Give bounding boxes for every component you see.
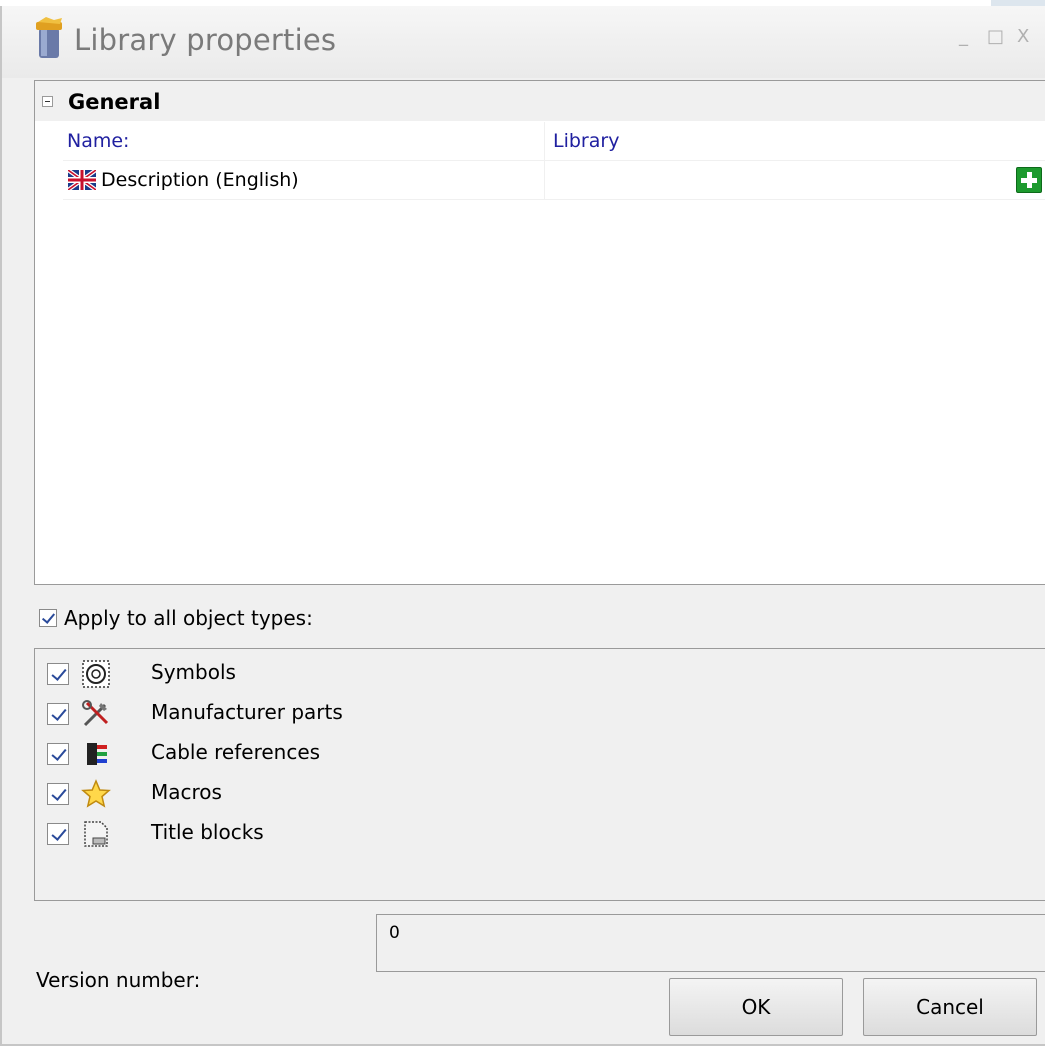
macros-checkbox[interactable] — [47, 783, 69, 805]
apply-all-label: Apply to all object types: — [64, 606, 313, 630]
property-name-value[interactable]: Library — [553, 130, 619, 152]
ok-button[interactable]: OK — [669, 978, 843, 1036]
cable-references-checkbox[interactable] — [47, 743, 69, 765]
version-number-field[interactable]: 0 — [376, 914, 1045, 972]
tools-icon — [82, 700, 109, 727]
list-item-title-blocks[interactable]: Title blocks — [35, 813, 635, 853]
library-properties-dialog: Library properties _ □ X General Name: L… — [0, 6, 1045, 1046]
macros-label: Macros — [151, 780, 222, 804]
list-item-manufacturer-parts[interactable]: Manufacturer parts — [35, 693, 635, 733]
cable-references-label: Cable references — [151, 740, 321, 764]
category-general[interactable]: General — [35, 81, 1045, 121]
property-row-name[interactable]: Name: Library — [63, 122, 1045, 161]
minimize-button[interactable]: _ — [959, 26, 968, 47]
symbols-label: Symbols — [151, 660, 236, 684]
version-number-label: Version number: — [36, 968, 201, 992]
list-item-symbols[interactable]: Symbols — [35, 653, 635, 693]
title-block-icon — [84, 821, 108, 847]
star-icon — [81, 779, 111, 808]
apply-all-checkbox[interactable] — [39, 609, 57, 627]
title-blocks-checkbox[interactable] — [47, 823, 69, 845]
column-divider — [544, 122, 545, 160]
symbols-checkbox[interactable] — [47, 663, 69, 685]
maximize-button[interactable]: □ — [987, 26, 1004, 47]
manufacturer-parts-label: Manufacturer parts — [151, 700, 343, 724]
list-item-cable-references[interactable]: Cable references — [35, 733, 635, 773]
collapse-icon[interactable] — [42, 96, 53, 107]
title-bar[interactable]: Library properties _ □ X — [2, 6, 1045, 78]
version-number-value: 0 — [389, 923, 400, 943]
window-title: Library properties — [74, 23, 337, 57]
library-icon — [36, 17, 62, 58]
property-name-label: Name: — [67, 130, 130, 152]
property-grid[interactable]: General Name: Library Description (Engli… — [34, 80, 1045, 585]
uk-flag-icon — [68, 170, 96, 190]
close-button[interactable]: X — [1017, 26, 1029, 47]
property-row-description[interactable]: Description (English) — [63, 161, 1045, 200]
category-label: General — [68, 90, 161, 114]
manufacturer-parts-checkbox[interactable] — [47, 703, 69, 725]
title-blocks-label: Title blocks — [151, 820, 264, 844]
list-item-macros[interactable]: Macros — [35, 773, 635, 813]
object-types-list: Symbols Manufacturer parts Cable referen… — [34, 648, 1045, 901]
property-description-label: Description (English) — [101, 169, 299, 191]
add-icon[interactable] — [1016, 167, 1042, 193]
symbol-icon — [82, 660, 110, 688]
cancel-button[interactable]: Cancel — [863, 978, 1037, 1036]
column-divider — [544, 161, 545, 199]
cable-icon — [87, 743, 107, 765]
